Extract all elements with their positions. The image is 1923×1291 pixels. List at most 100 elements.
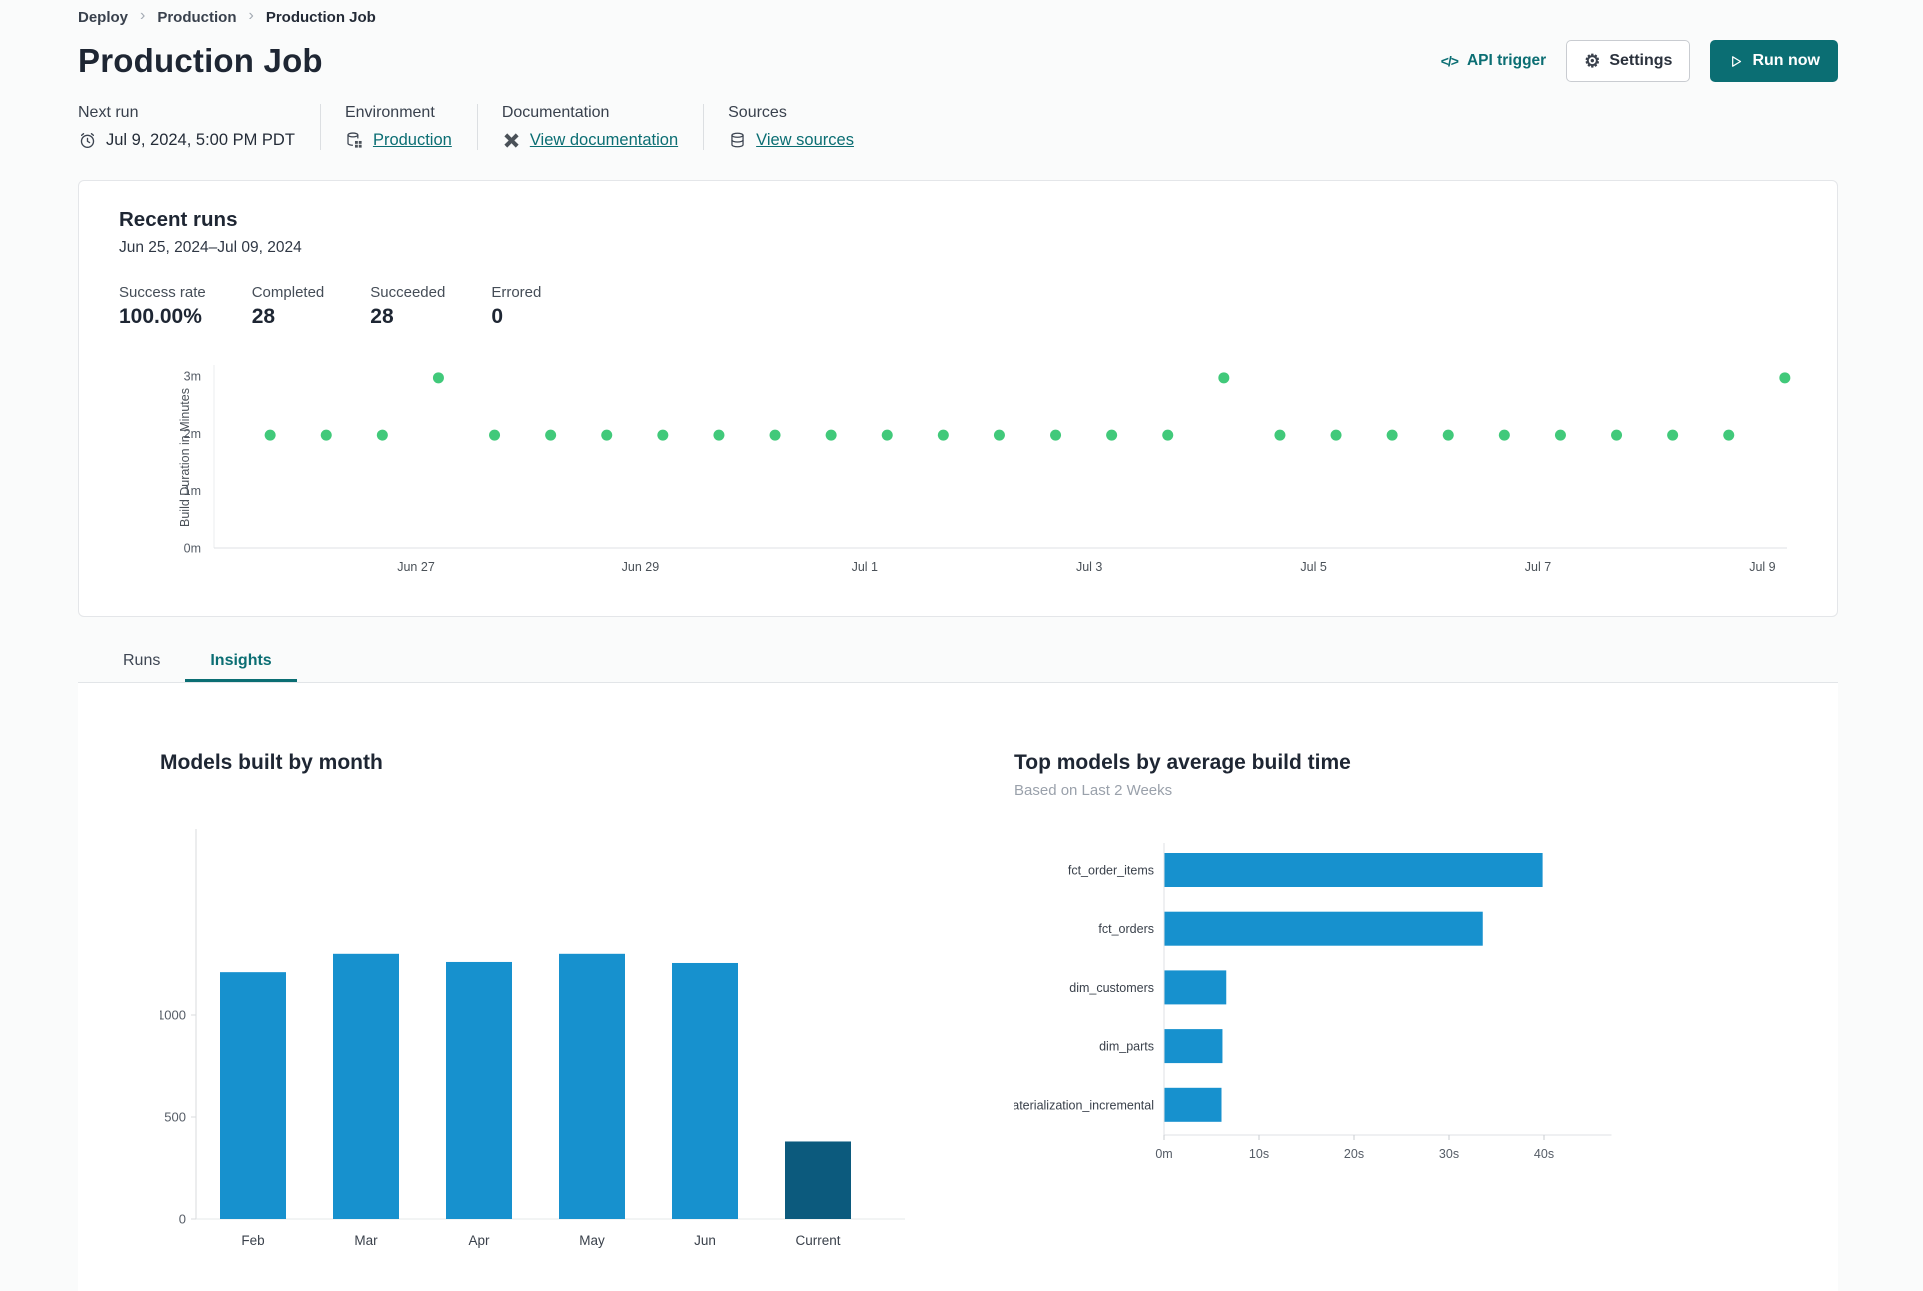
tab-runs[interactable]: Runs (98, 643, 185, 682)
build-duration-svg: 0m1m2m3mBuild Duration in MinutesJun 27 J… (178, 365, 1791, 574)
svg-text:Mar: Mar (354, 1233, 378, 1248)
dbt-docs-icon (502, 131, 521, 150)
tab-insights[interactable]: Insights (185, 643, 296, 682)
top-models-block: Top models by average build time Based o… (1014, 751, 1654, 1175)
environment-icon (345, 131, 364, 150)
meta-documentation: Documentation View documentation (502, 104, 705, 150)
models-by-month-chart: 0 500 1000 Feb Mar Apr May Jun Current (160, 821, 922, 1291)
month-bar (672, 962, 738, 1219)
breadcrumb: Deploy › Production › Production Job (78, 7, 1838, 26)
run-now-button[interactable]: Run now (1710, 40, 1838, 82)
run-now-label: Run now (1752, 52, 1820, 69)
svg-text:Jun: Jun (694, 1233, 716, 1248)
run-data-point (1554, 429, 1566, 441)
view-documentation-link[interactable]: View documentation (530, 131, 678, 150)
svg-text:20s: 20s (1344, 1147, 1364, 1161)
insights-panel: Models built by month 0 500 1000 Feb Mar Apr M… (78, 683, 1838, 1291)
month-bar (785, 1141, 851, 1219)
breadcrumb-production[interactable]: Production (157, 9, 236, 26)
model-bar (1164, 853, 1543, 887)
svg-text:Apr: Apr (468, 1233, 490, 1248)
meta-sources-label: Sources (728, 104, 787, 121)
run-data-point (1050, 429, 1062, 441)
svg-text:Jun 29: Jun 29 (622, 560, 660, 574)
alarm-clock-icon (78, 131, 97, 150)
month-bar (333, 953, 399, 1219)
svg-text:Jun 27: Jun 27 (397, 560, 435, 574)
svg-text:0m: 0m (184, 542, 201, 556)
top-models-title: Top models by average build time (1014, 751, 1351, 774)
tab-bar: Runs Insights (78, 643, 1838, 683)
breadcrumb-production-job: Production Job (265, 8, 376, 26)
models-by-month-svg: 0 500 1000 Feb Mar Apr May Jun Current (160, 829, 905, 1248)
run-data-point (713, 429, 725, 441)
run-data-point (1779, 372, 1791, 384)
top-models-svg: fct_order_items fct_orders dim_customersdi… (1014, 843, 1612, 1161)
svg-text:May: May (579, 1233, 605, 1248)
models-by-month-title: Models built by month (160, 751, 383, 774)
meta-environment: Environment Production (345, 104, 478, 150)
recent-runs-stats: Success rate 100.00% Completed 28 Succee… (119, 284, 1797, 329)
svg-text:Current: Current (795, 1233, 840, 1248)
run-data-point (376, 429, 388, 441)
view-sources-link[interactable]: View sources (756, 131, 854, 150)
svg-text:0: 0 (179, 1212, 186, 1227)
svg-text:Build Duration in Minutes: Build Duration in Minutes (178, 388, 192, 527)
settings-label: Settings (1609, 52, 1673, 69)
header-actions: </> API trigger ⚙ Settings Run now (1441, 40, 1838, 82)
svg-text:Jul 9: Jul 9 (1749, 560, 1775, 574)
run-data-point (881, 429, 893, 441)
run-data-point (1611, 429, 1623, 441)
run-data-point (825, 429, 837, 441)
api-trigger-link[interactable]: </> API trigger (1441, 52, 1546, 70)
svg-text:30s: 30s (1439, 1147, 1459, 1161)
run-data-point (1162, 429, 1174, 441)
database-icon (728, 131, 747, 150)
run-data-point (1330, 429, 1342, 441)
svg-text:materialization_incremental: materialization_incremental (1014, 1098, 1154, 1112)
svg-text:Feb: Feb (241, 1233, 264, 1248)
svg-text:1000: 1000 (160, 1008, 186, 1023)
recent-runs-card: Recent runs Jun 25, 2024–Jul 09, 2024 Su… (78, 180, 1838, 617)
run-data-point (1442, 429, 1454, 441)
run-data-point (1106, 429, 1118, 441)
model-bar (1164, 1029, 1223, 1064)
run-data-point (1274, 429, 1286, 441)
run-data-point (545, 429, 557, 441)
build-duration-chart: 0m 1m 2m 3m Build Duration in Minutes Jun 27 J… (119, 355, 1797, 600)
run-data-point (657, 429, 669, 441)
page-title: Production Job (78, 42, 323, 79)
gear-icon: ⚙ (1584, 51, 1601, 71)
svg-text:dim_parts: dim_parts (1099, 1040, 1154, 1054)
job-meta-row: Next run Jul 9, 2024, 5:00 PM PDT Enviro… (78, 104, 1838, 150)
top-models-chart: fct_order_items fct_orders dim_customers di… (1014, 835, 1654, 1175)
environment-link[interactable]: Production (373, 131, 452, 150)
run-data-point (489, 429, 501, 441)
stat-errored: Errored 0 (491, 284, 542, 328)
next-run-value: Jul 9, 2024, 5:00 PM PDT (106, 131, 295, 149)
play-icon (1732, 55, 1742, 67)
chevron-right-icon: › (140, 7, 146, 24)
run-data-point (1498, 429, 1510, 441)
breadcrumb-deploy[interactable]: Deploy (78, 9, 128, 26)
svg-text:Jul 3: Jul 3 (1076, 560, 1102, 574)
models-by-month-block: Models built by month 0 500 1000 Feb Mar Apr M… (160, 751, 922, 1291)
model-bar (1164, 911, 1483, 946)
code-icon: </> (1440, 53, 1459, 69)
run-data-point (320, 429, 332, 441)
top-models-subtitle: Based on Last 2 Weeks (1014, 782, 1173, 799)
chevron-right-icon: › (248, 7, 254, 24)
meta-next-run: Next run Jul 9, 2024, 5:00 PM PDT (78, 104, 321, 150)
svg-text:dim_customers: dim_customers (1069, 981, 1154, 995)
run-data-point (993, 429, 1005, 441)
model-bar (1164, 970, 1227, 1005)
meta-sources: Sources View sources (728, 104, 879, 150)
stat-success-rate: Success rate 100.00% (119, 284, 206, 328)
svg-text:0m: 0m (1155, 1147, 1172, 1161)
run-data-point (1667, 429, 1679, 441)
meta-environment-label: Environment (344, 104, 435, 121)
run-data-point (601, 429, 613, 441)
settings-button[interactable]: ⚙ Settings (1566, 40, 1691, 82)
svg-text:500: 500 (164, 1110, 186, 1125)
svg-text:fct_orders: fct_orders (1098, 922, 1154, 936)
